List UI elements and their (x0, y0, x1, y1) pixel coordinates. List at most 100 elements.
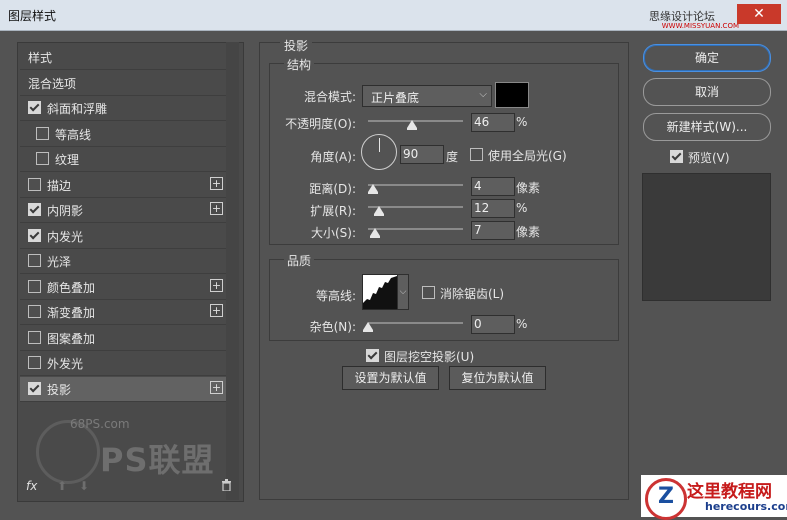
style-item[interactable]: 纹理 (20, 147, 227, 172)
style-item[interactable]: 内发光 (20, 224, 227, 249)
shadow-color-swatch[interactable] (495, 82, 529, 108)
opacity-unit: % (516, 115, 528, 129)
distance-input[interactable]: 4 (471, 177, 515, 196)
trash-icon[interactable] (221, 479, 232, 494)
style-item-label: 样式 (28, 51, 53, 65)
style-item[interactable]: 描边 + (20, 173, 227, 198)
spread-slider-thumb[interactable] (374, 206, 384, 216)
title-bar: 图层样式 思缘设计论坛 WWW.MISSYUAN.COM ✕ (0, 0, 787, 31)
add-effect-plus-icon[interactable]: + (210, 176, 223, 190)
style-item-label: 内阴影 (47, 204, 84, 218)
structure-title: 结构 (284, 56, 315, 73)
size-slider-track[interactable] (368, 228, 463, 230)
size-unit: 像素 (516, 225, 541, 239)
contour-preview[interactable] (362, 274, 398, 310)
add-effect-plus-icon[interactable]: + (210, 380, 223, 394)
style-item-label: 纹理 (55, 153, 80, 167)
distance-slider-track[interactable] (368, 184, 463, 186)
styles-toolbar: fx ⬆ ⬇ (17, 474, 242, 500)
blend-mode-value: 正片叠底 (371, 91, 420, 105)
window-title: 图层样式 (8, 9, 57, 23)
style-item[interactable]: 斜面和浮雕 (20, 96, 227, 121)
angle-dial[interactable] (361, 134, 397, 170)
knockout-checkbox[interactable] (366, 349, 379, 362)
noise-slider-track[interactable] (368, 322, 463, 324)
arrow-up-icon[interactable]: ⬆ (57, 479, 67, 493)
knockout-label: 图层挖空投影(U) (384, 350, 475, 364)
style-item-checkbox[interactable] (28, 101, 41, 114)
style-item[interactable]: 投影 + (20, 376, 227, 402)
opacity-label: 不透明度(O): (285, 117, 356, 131)
style-item-label: 光泽 (47, 255, 72, 269)
style-item-label: 渐变叠加 (47, 306, 96, 320)
size-label: 大小(S): (310, 226, 356, 240)
style-item[interactable]: 内阴影 + (20, 198, 227, 223)
blend-mode-select[interactable]: 正片叠底 ⌵ (362, 85, 492, 107)
section-title: 投影 (280, 37, 313, 54)
style-item-label: 描边 (47, 178, 72, 193)
ok-button[interactable]: 确定 (643, 44, 771, 72)
style-item[interactable]: 光泽 (20, 249, 227, 274)
add-effect-plus-icon[interactable]: + (210, 304, 223, 317)
style-item-checkbox[interactable] (28, 177, 41, 191)
opacity-slider-thumb[interactable] (406, 120, 417, 130)
fx-button[interactable]: fx (26, 479, 37, 493)
global-light-checkbox[interactable] (470, 148, 483, 161)
quality-group: 品质 等高线: ⌵ 消除锯齿(L) 杂色(N): 0 % (269, 252, 619, 341)
angle-input[interactable]: 90 (400, 145, 444, 164)
style-item-checkbox[interactable] (28, 330, 41, 344)
styles-scrollbar[interactable] (226, 42, 239, 500)
style-item[interactable]: 样式 (20, 45, 227, 70)
style-item-checkbox[interactable] (28, 305, 41, 318)
reset-default-button[interactable]: 复位为默认值 (449, 366, 546, 390)
angle-label: 角度(A): (310, 150, 356, 164)
arrow-down-icon[interactable]: ⬇ (79, 479, 89, 493)
spread-label: 扩展(R): (310, 204, 356, 218)
style-item-checkbox[interactable] (36, 126, 49, 140)
structure-group: 结构 混合模式: 正片叠底 ⌵ 不透明度(O): 46 % 角度(A): 90 … (269, 56, 619, 245)
watermark-title: 这里教程网 (687, 482, 772, 502)
cancel-button[interactable]: 取消 (643, 78, 771, 106)
style-item-label: 投影 (47, 382, 72, 397)
watermark-url: herecours.com (705, 500, 787, 513)
spread-input[interactable]: 12 (471, 199, 515, 218)
contour-curve-icon (363, 276, 397, 309)
style-item-checkbox[interactable] (28, 356, 41, 369)
style-item[interactable]: 颜色叠加 + (20, 275, 227, 300)
style-item[interactable]: 混合选项 (20, 71, 227, 96)
set-default-button[interactable]: 设置为默认值 (342, 366, 439, 390)
new-style-button[interactable]: 新建样式(W)... (643, 113, 771, 141)
style-item-checkbox[interactable] (36, 152, 49, 165)
noise-slider-thumb[interactable] (363, 322, 373, 332)
style-item-checkbox[interactable] (28, 279, 41, 293)
antialias-checkbox[interactable] (422, 286, 435, 299)
contour-dropdown-button[interactable]: ⌵ (397, 274, 409, 310)
blend-mode-label: 混合模式: (303, 90, 356, 104)
add-effect-plus-icon[interactable]: + (210, 278, 223, 292)
style-item-label: 斜面和浮雕 (47, 102, 108, 116)
opacity-input[interactable]: 46 (471, 113, 515, 132)
style-item[interactable]: 渐变叠加 + (20, 300, 227, 325)
distance-slider-thumb[interactable] (368, 184, 378, 194)
style-item-label: 内发光 (47, 229, 84, 244)
style-item[interactable]: 外发光 (20, 351, 227, 376)
noise-input[interactable]: 0 (471, 315, 515, 334)
size-input[interactable]: 7 (471, 221, 515, 240)
size-slider-thumb[interactable] (370, 228, 380, 238)
style-item-checkbox[interactable] (28, 228, 41, 242)
style-item-checkbox[interactable] (28, 381, 41, 395)
add-effect-plus-icon[interactable]: + (210, 202, 223, 215)
style-item[interactable]: 等高线 (20, 122, 227, 147)
style-item-checkbox[interactable] (28, 203, 41, 216)
style-item-label: 图案叠加 (47, 331, 96, 346)
global-light-label: 使用全局光(G) (488, 149, 567, 163)
spread-unit: % (516, 201, 528, 215)
angle-unit: 度 (446, 150, 459, 164)
preview-checkbox[interactable] (670, 150, 683, 163)
close-button[interactable]: ✕ (737, 4, 781, 24)
style-item-checkbox[interactable] (28, 254, 41, 267)
style-item[interactable]: 图案叠加 (20, 326, 227, 351)
logo-domain-text: 68PS.com (70, 417, 130, 431)
style-item-label: 颜色叠加 (47, 280, 96, 295)
antialias-label: 消除锯齿(L) (440, 287, 505, 301)
